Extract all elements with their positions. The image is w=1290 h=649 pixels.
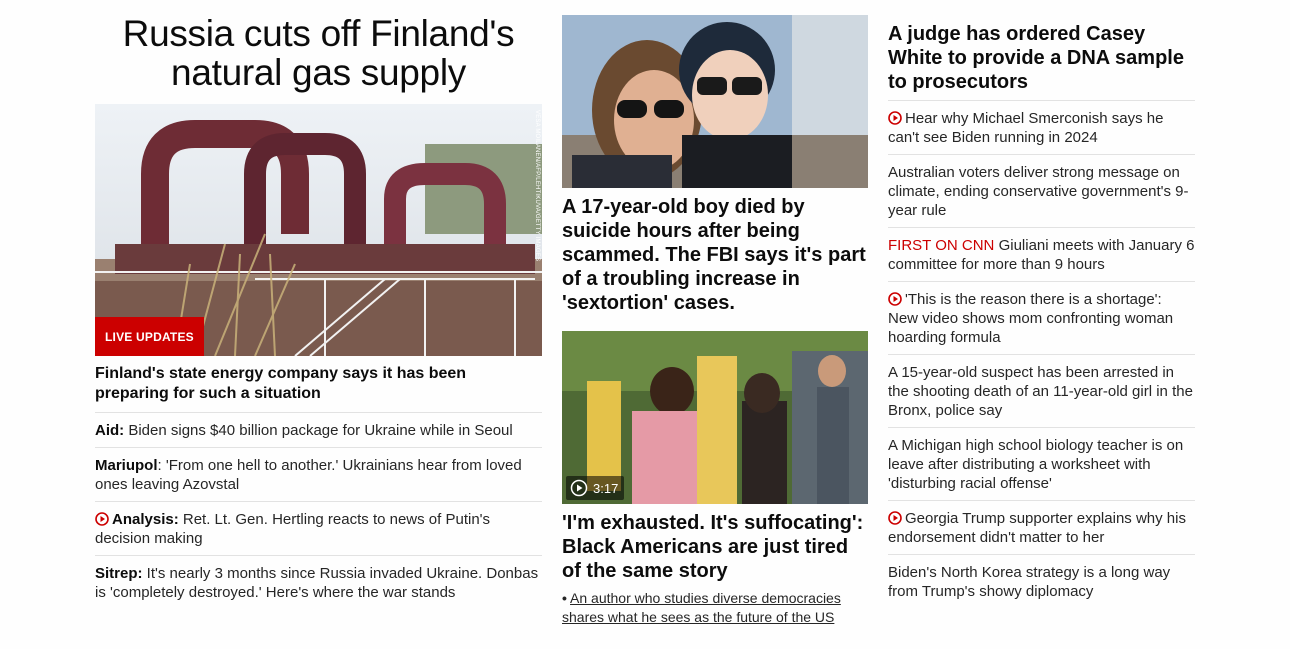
kicker: Mariupol <box>95 457 158 474</box>
link-text[interactable]: Australian voters deliver strong message… <box>888 164 1189 219</box>
list-item[interactable]: Georgia Trump supporter explains why his… <box>888 501 1195 555</box>
live-updates-badge[interactable]: LIVE UPDATES <box>95 317 204 356</box>
video-duration-badge: 3:17 <box>566 476 625 500</box>
list-item[interactable]: A Michigan high school biology teacher i… <box>888 428 1195 501</box>
lead-image-gas-pipeline[interactable]: VESA MOILANEN/AFP/LEHTIKUVA/GETTY IMAGES… <box>95 104 542 356</box>
link-text[interactable]: Biden's North Korea strategy is a long w… <box>888 564 1170 600</box>
lead-headline[interactable]: Russia cuts off Finland's natural gas su… <box>95 14 542 92</box>
bullet: • <box>562 590 567 606</box>
story2-headline[interactable]: 'I'm exhausted. It's suffocating': Black… <box>562 511 868 583</box>
right-link-list: Hear why Michael Smerconish says he can'… <box>888 101 1195 608</box>
lead-related-list: Aid: Biden signs $40 billion package for… <box>95 413 542 609</box>
list-item[interactable]: Biden's North Korea strategy is a long w… <box>888 555 1195 608</box>
link-text[interactable]: Hear why Michael Smerconish says he can'… <box>888 110 1163 146</box>
link-text[interactable]: A Michigan high school biology teacher i… <box>888 437 1183 492</box>
story2-video[interactable]: 3:17 <box>562 331 868 504</box>
first-on-cnn-label: FIRST ON CNN <box>888 237 995 254</box>
list-item[interactable]: Mariupol: 'From one hell to another.' Uk… <box>95 448 542 502</box>
link-text[interactable]: 'This is the reason there is a shortage'… <box>888 291 1173 346</box>
link-text[interactable]: : 'From one hell to another.' Ukrainians… <box>95 457 522 493</box>
link-text[interactable]: Biden signs $40 billion package for Ukra… <box>124 422 512 439</box>
right-column: A judge has ordered Casey White to provi… <box>888 0 1195 608</box>
story1-headline[interactable]: A 17-year-old boy died by suicide hours … <box>562 195 868 315</box>
list-item[interactable]: A 15-year-old suspect has been arrested … <box>888 355 1195 428</box>
kicker: Aid: <box>95 422 125 439</box>
play-circle-icon <box>95 512 109 526</box>
video-duration: 3:17 <box>593 480 619 496</box>
link-text[interactable]: Georgia Trump supporter explains why his… <box>888 510 1186 546</box>
list-item[interactable]: Hear why Michael Smerconish says he can'… <box>888 101 1195 155</box>
story1-image[interactable] <box>562 15 868 188</box>
lead-subheadline[interactable]: Finland's state energy company says it h… <box>95 364 542 413</box>
list-item[interactable]: Sitrep: It's nearly 3 months since Russi… <box>95 556 542 609</box>
link-text[interactable]: It's nearly 3 months since Russia invade… <box>95 565 538 601</box>
play-circle-icon <box>888 111 902 125</box>
selfie-photo <box>562 15 868 188</box>
kicker: Analysis: <box>112 511 179 528</box>
list-item[interactable]: Australian voters deliver strong message… <box>888 155 1195 228</box>
link-text[interactable]: A 15-year-old suspect has been arrested … <box>888 364 1193 419</box>
middle-column: A 17-year-old boy died by suicide hours … <box>562 0 868 627</box>
list-item[interactable]: Analysis: Ret. Lt. Gen. Hertling reacts … <box>95 502 542 556</box>
play-circle-icon <box>888 511 902 525</box>
play-circle-icon <box>570 479 588 497</box>
kicker: Sitrep: <box>95 565 143 582</box>
lead-story-column: Russia cuts off Finland's natural gas su… <box>95 0 542 609</box>
list-item[interactable]: Aid: Biden signs $40 billion package for… <box>95 413 542 448</box>
photo-credit: VESA MOILANEN/AFP/LEHTIKUVA/GETTY IMAGES <box>534 110 540 262</box>
related-link-text[interactable]: An author who studies diverse democracie… <box>562 590 841 625</box>
story2-related-link[interactable]: • An author who studies diverse democrac… <box>562 589 868 627</box>
list-item[interactable]: FIRST ON CNN Giuliani meets with January… <box>888 228 1195 282</box>
play-circle-icon <box>888 292 902 306</box>
right-headline[interactable]: A judge has ordered Casey White to provi… <box>888 22 1195 101</box>
list-item[interactable]: 'This is the reason there is a shortage'… <box>888 282 1195 355</box>
